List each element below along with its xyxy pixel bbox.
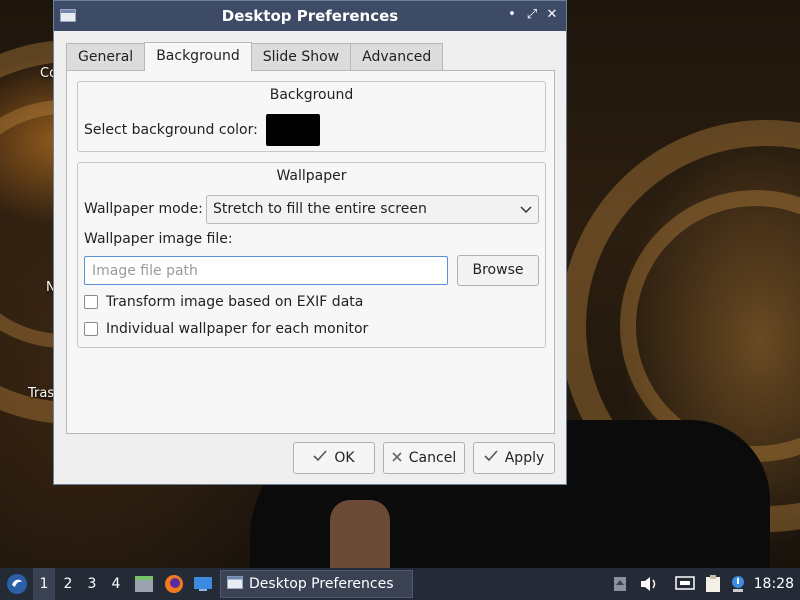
volume-icon[interactable] — [638, 568, 660, 600]
desktop-icon-label[interactable]: Tras — [28, 386, 54, 401]
per-monitor-checkbox-row[interactable]: Individual wallpaper for each monitor — [84, 321, 368, 337]
network-icon[interactable] — [674, 568, 696, 600]
tab-advanced[interactable]: Advanced — [350, 43, 444, 70]
desktop-preferences-window: Desktop Preferences • ⤢ ✕ General Backgr… — [53, 0, 567, 485]
exif-checkbox-label: Transform image based on EXIF data — [106, 294, 364, 310]
ok-button[interactable]: OK — [293, 442, 375, 474]
ok-button-label: OK — [334, 450, 355, 466]
wallpaper-file-label: Wallpaper image file: — [84, 231, 233, 247]
wallpaper-group: Wallpaper Wallpaper mode: Stretch to fil… — [77, 162, 546, 348]
window-titlebar[interactable]: Desktop Preferences • ⤢ ✕ — [54, 1, 566, 31]
workspace-1[interactable]: 1 — [33, 568, 55, 600]
tab-bar: General Background Slide Show Advanced — [66, 42, 444, 71]
background-tab-panel: Background Select background color: Wall… — [66, 70, 555, 434]
background-color-row: Select background color: — [84, 114, 320, 146]
cancel-button-label: Cancel — [408, 450, 457, 466]
wallpaper-file-input[interactable] — [84, 256, 448, 285]
chevron-down-icon — [520, 196, 532, 233]
wallpaper-mode-value: Stretch to fill the entire screen — [213, 201, 427, 217]
checkmark-icon — [313, 450, 327, 466]
tab-background[interactable]: Background — [144, 42, 252, 71]
tab-slide-show[interactable]: Slide Show — [250, 43, 352, 70]
tab-general[interactable]: General — [66, 43, 146, 70]
window-app-icon — [227, 575, 243, 593]
cancel-x-icon — [392, 450, 402, 466]
apply-button-label: Apply — [504, 450, 545, 466]
background-group-title: Background — [269, 87, 354, 103]
taskbar: 1 2 3 4 Desktop Preferences 18:28 — [0, 568, 800, 600]
wallpaper-figure-arm — [330, 500, 390, 568]
minimize-icon[interactable]: • — [504, 7, 520, 23]
maximize-icon[interactable]: ⤢ — [524, 7, 540, 23]
workspace-2[interactable]: 2 — [57, 568, 79, 600]
workspace-3[interactable]: 3 — [81, 568, 103, 600]
window-title: Desktop Preferences — [221, 7, 399, 25]
exif-checkbox[interactable] — [84, 295, 98, 309]
close-icon[interactable]: ✕ — [544, 7, 560, 23]
clipboard-icon[interactable] — [702, 568, 724, 600]
firefox-icon[interactable] — [162, 568, 186, 600]
taskbar-window-desktop-preferences[interactable]: Desktop Preferences — [220, 570, 413, 598]
apply-button[interactable]: Apply — [473, 442, 555, 474]
background-color-button[interactable] — [265, 114, 320, 146]
show-desktop-icon[interactable] — [191, 568, 215, 600]
per-monitor-checkbox[interactable] — [84, 322, 98, 336]
clock[interactable]: 18:28 — [754, 568, 794, 600]
checkmark-icon — [484, 450, 498, 466]
start-menu-icon[interactable] — [4, 568, 30, 600]
taskbar-window-label: Desktop Preferences — [249, 576, 394, 592]
background-color-label: Select background color: — [84, 122, 258, 138]
cancel-button[interactable]: Cancel — [383, 442, 465, 474]
wallpaper-mode-label: Wallpaper mode: — [84, 201, 203, 217]
file-manager-icon[interactable] — [132, 568, 156, 600]
per-monitor-checkbox-label: Individual wallpaper for each monitor — [106, 321, 369, 337]
wallpaper-mode-select[interactable]: Stretch to fill the entire screen — [206, 195, 539, 224]
wallpaper-group-title: Wallpaper — [276, 168, 347, 184]
tray-arrow-icon[interactable] — [610, 568, 630, 600]
exif-checkbox-row[interactable]: Transform image based on EXIF data — [84, 294, 363, 310]
update-notifier-icon[interactable] — [728, 568, 748, 600]
browse-button[interactable]: Browse — [457, 255, 539, 286]
workspace-4[interactable]: 4 — [105, 568, 127, 600]
background-group: Background Select background color: — [77, 81, 546, 152]
